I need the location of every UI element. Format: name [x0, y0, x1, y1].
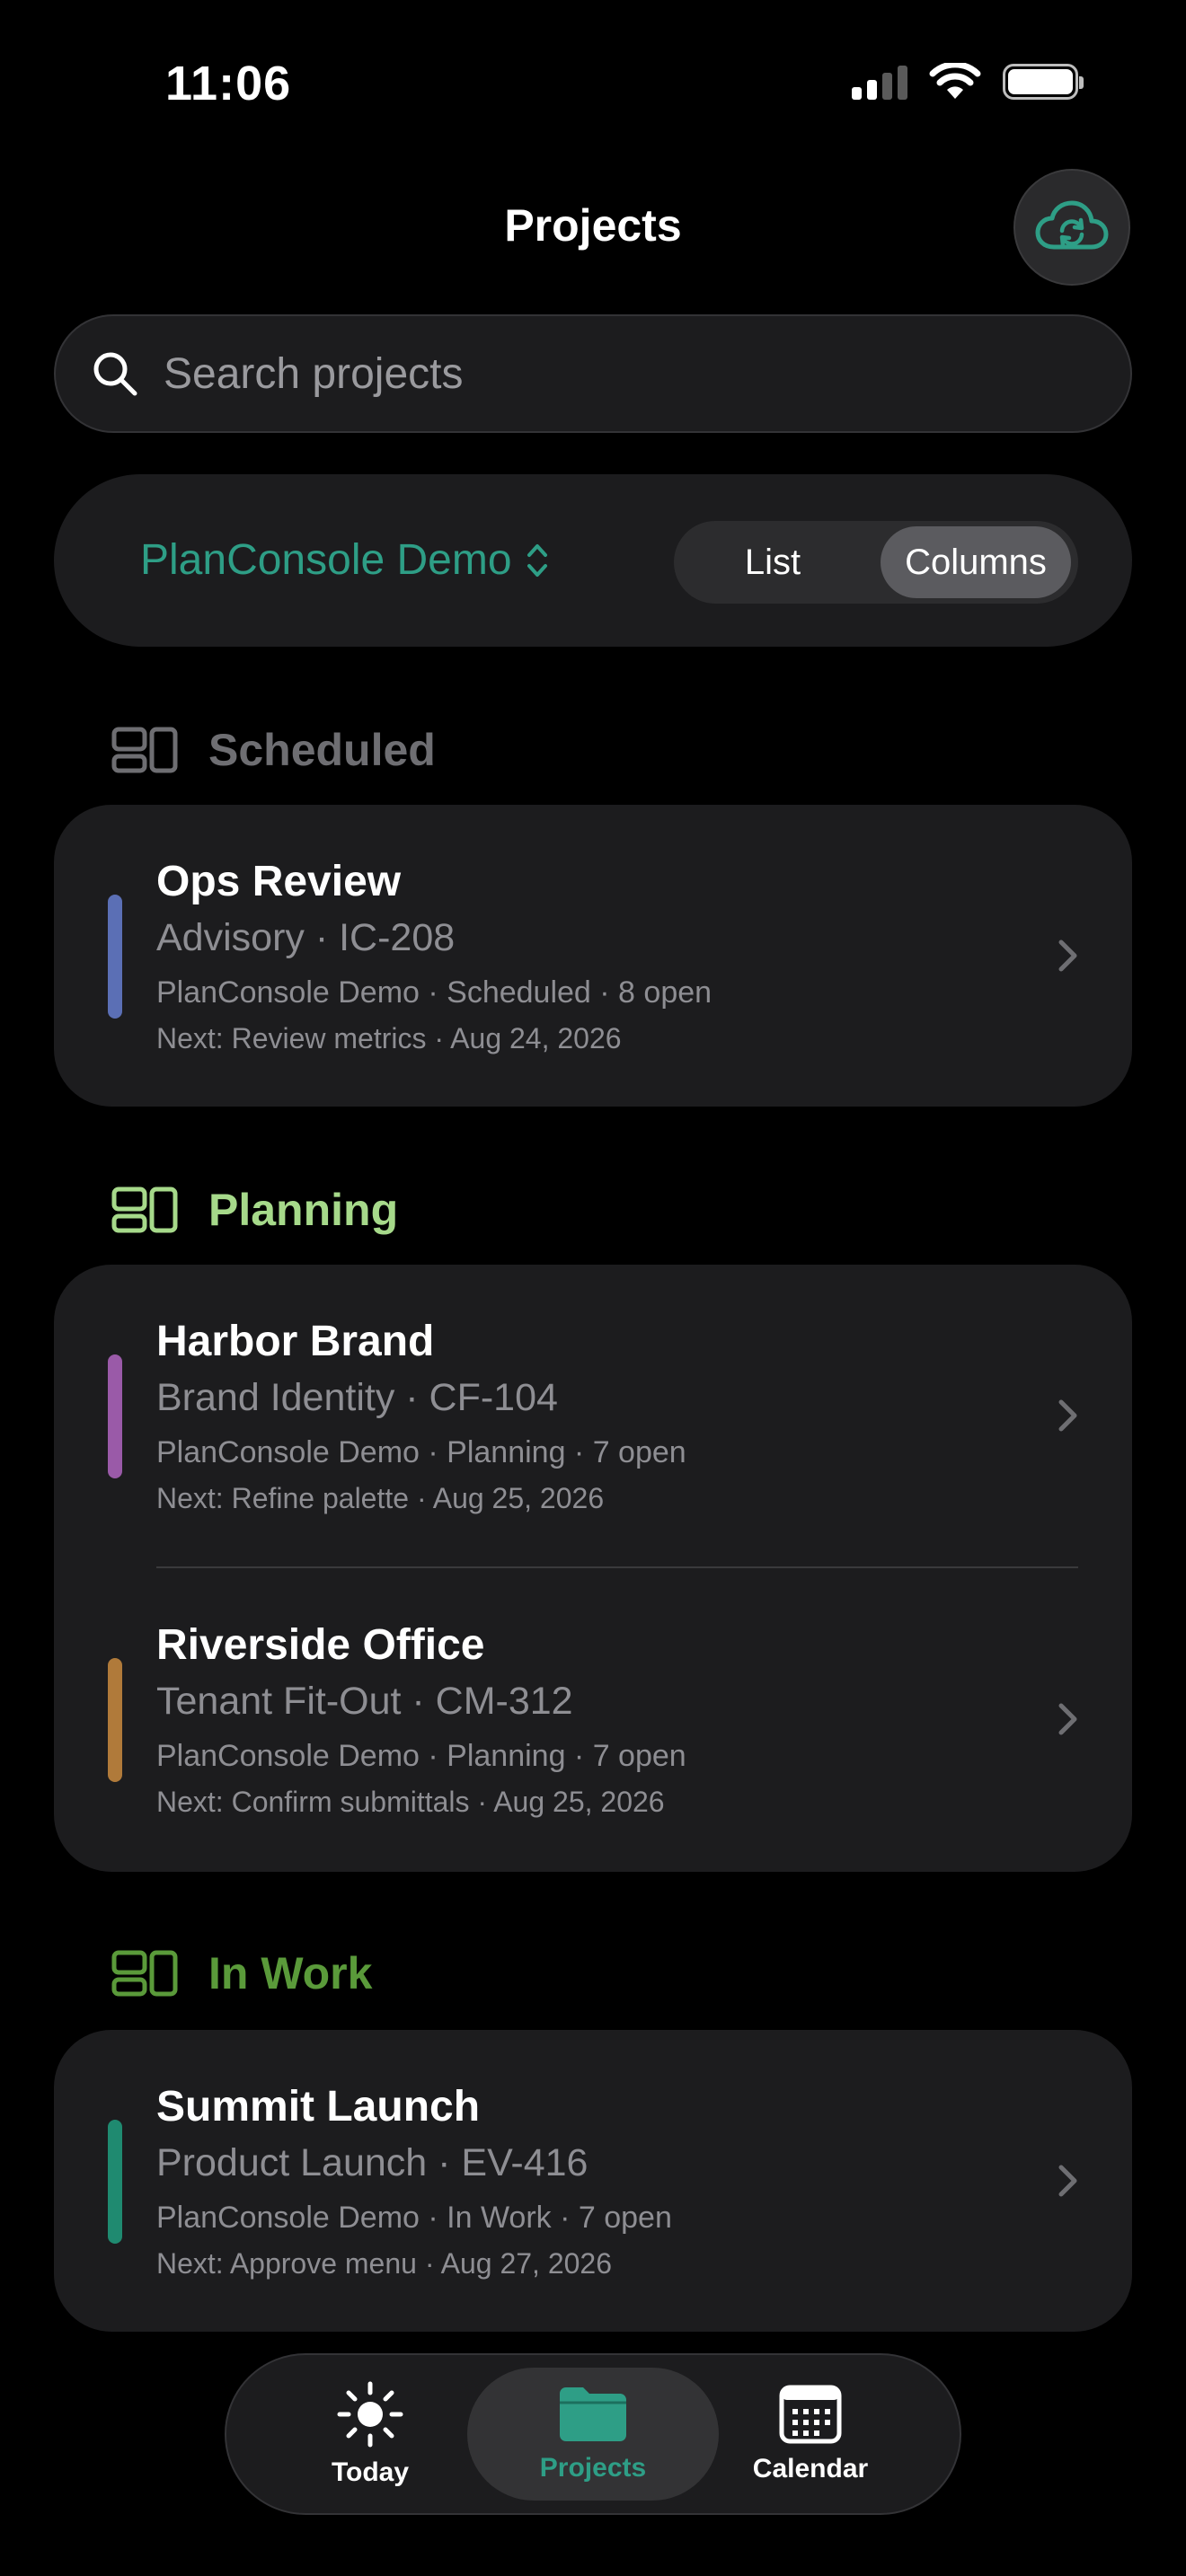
project-row-summit-launch[interactable]: Summit Launch Product Launch · EV-416 Pl… [54, 2030, 1132, 2332]
project-meta: PlanConsole Demo · Scheduled · 8 open [156, 975, 712, 1010]
chevron-right-icon [1058, 940, 1077, 972]
project-subtitle: Product Launch · EV-416 [156, 2141, 589, 2184]
search-icon [93, 352, 137, 396]
project-subtitle: Advisory · IC-208 [156, 916, 456, 959]
page-title: Projects [504, 200, 682, 251]
project-color-bar [108, 1354, 122, 1478]
project-next-task: Next: Review metrics · Aug 24, 2026 [156, 1022, 622, 1054]
status-indicators [852, 63, 1084, 101]
workspace-selector[interactable]: PlanConsole Demo [140, 535, 550, 585]
tab-today[interactable]: Today [262, 2368, 478, 2501]
section-header-planning: Planning [111, 1184, 398, 1236]
calendar-icon [779, 2385, 842, 2444]
project-row-riverside-office[interactable]: Riverside Office Tenant Fit-Out · CM-312… [54, 1568, 1132, 1872]
tab-label: Calendar [752, 2454, 869, 2483]
project-subtitle: Brand Identity · CF-104 [156, 1376, 558, 1419]
section-title: In Work [208, 1948, 373, 1998]
columns-icon [111, 1950, 178, 1997]
section-header-scheduled: Scheduled [111, 724, 436, 776]
project-meta: PlanConsole Demo · Planning · 7 open [156, 1739, 686, 1773]
section-title: Scheduled [208, 725, 436, 775]
project-next-task: Next: Refine palette · Aug 25, 2026 [156, 1482, 605, 1514]
project-card-scheduled: Ops Review Advisory · IC-208 PlanConsole… [54, 805, 1132, 1107]
folder-icon [560, 2387, 626, 2441]
tab-calendar[interactable]: Calendar [703, 2368, 918, 2501]
chevron-right-icon [1058, 1399, 1077, 1432]
tab-label: Today [331, 2457, 410, 2487]
battery-icon [1003, 64, 1084, 100]
workspace-name: PlanConsole Demo [140, 536, 512, 584]
columns-icon [111, 727, 178, 773]
chevron-right-icon [1058, 2165, 1077, 2197]
project-title: Harbor Brand [156, 1318, 435, 1365]
cloud-sync-icon [1035, 200, 1109, 250]
view-option-columns[interactable]: Columns [881, 526, 1071, 598]
sync-button[interactable] [1013, 169, 1130, 286]
project-title: Summit Launch [156, 2083, 481, 2130]
project-subtitle: Tenant Fit-Out · CM-312 [156, 1680, 573, 1723]
section-title: Planning [208, 1185, 399, 1235]
columns-icon [111, 1187, 178, 1233]
project-color-bar [108, 2120, 122, 2244]
wifi-icon [929, 63, 981, 99]
section-header-in-work: In Work [111, 1947, 372, 1999]
chevron-right-icon [1058, 1703, 1077, 1735]
project-color-bar [108, 1658, 122, 1782]
project-row-harbor-brand[interactable]: Harbor Brand Brand Identity · CF-104 Pla… [54, 1265, 1132, 1566]
sun-icon [337, 2381, 403, 2448]
project-card-in-work: Summit Launch Product Launch · EV-416 Pl… [54, 2030, 1132, 2332]
project-row-ops-review[interactable]: Ops Review Advisory · IC-208 PlanConsole… [54, 805, 1132, 1107]
project-color-bar [108, 895, 122, 1019]
view-option-list[interactable]: List [674, 521, 872, 604]
project-meta: PlanConsole Demo · Planning · 7 open [156, 1435, 686, 1469]
chevron-up-down-icon [527, 543, 547, 577]
project-next-task: Next: Confirm submittals · Aug 25, 2026 [156, 1786, 665, 1818]
cellular-signal-icon [852, 64, 907, 100]
project-meta: PlanConsole Demo · In Work · 7 open [156, 2201, 672, 2235]
view-toggle: List Columns [674, 521, 1078, 604]
status-time: 11:06 [165, 57, 292, 110]
tab-projects[interactable]: Projects [467, 2368, 719, 2501]
tab-label: Projects [539, 2453, 647, 2483]
project-next-task: Next: Approve menu · Aug 27, 2026 [156, 2247, 612, 2280]
project-card-planning: Harbor Brand Brand Identity · CF-104 Pla… [54, 1265, 1132, 1872]
search-bar[interactable] [54, 314, 1132, 433]
project-title: Ops Review [156, 858, 402, 905]
tab-bar: Today Projects Calendar [225, 2353, 961, 2515]
search-input[interactable] [162, 348, 1130, 400]
project-title: Riverside Office [156, 1621, 485, 1669]
